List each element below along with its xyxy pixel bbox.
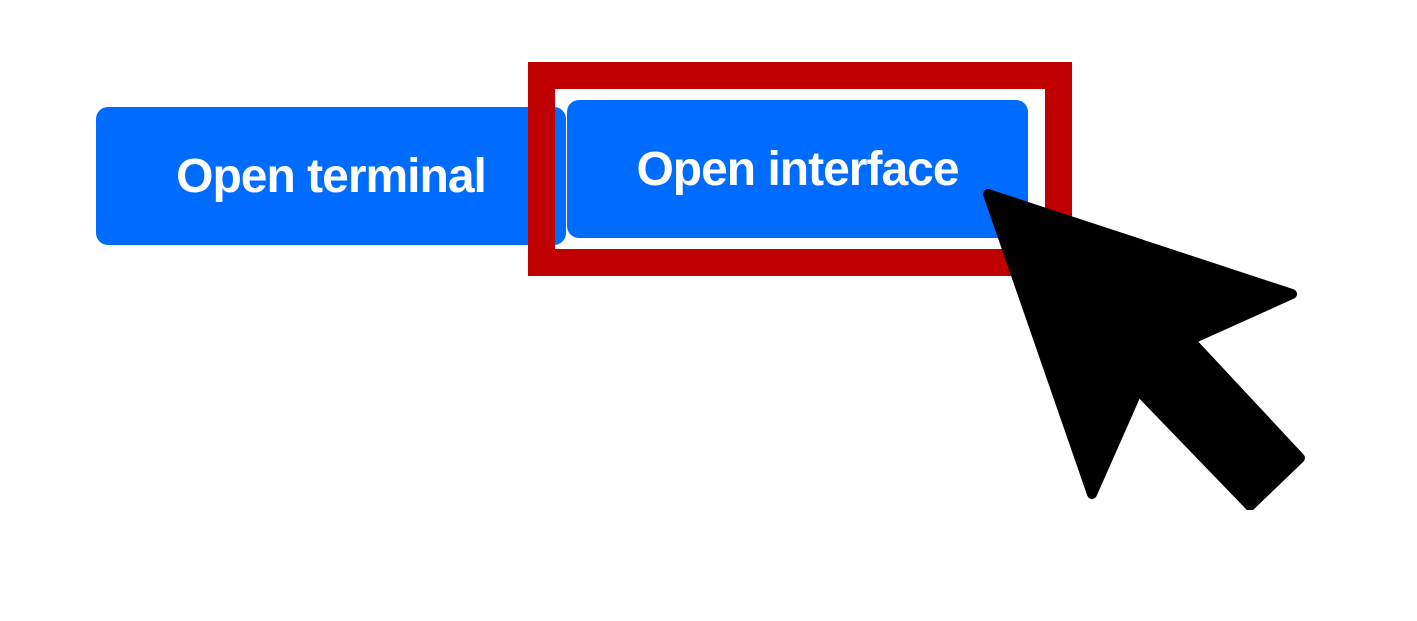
mouse-pointer-arrow-icon [983,189,1305,510]
screen: Open terminal Open interface [0,0,1417,621]
open-terminal-button[interactable]: Open terminal [96,107,566,245]
open-interface-button[interactable]: Open interface [567,100,1028,238]
